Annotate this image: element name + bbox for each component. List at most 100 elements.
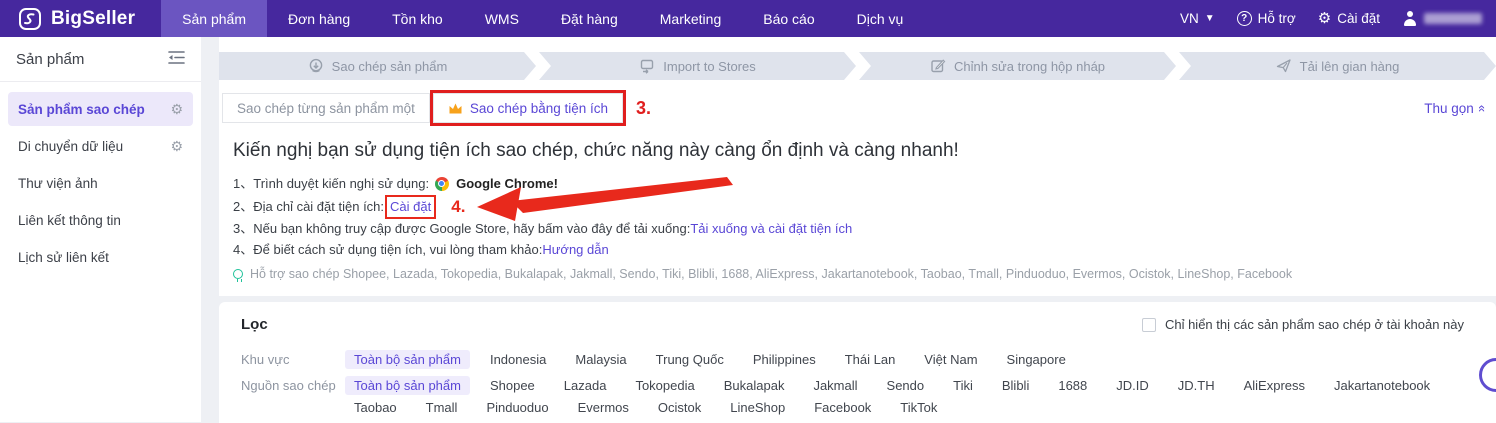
nav-item[interactable]: WMS <box>464 0 540 37</box>
nav-item-label: Tồn kho <box>392 10 443 27</box>
nav-item-label: Báo cáo <box>763 10 815 27</box>
sidebar-item-label: Sản phẩm sao chép <box>18 101 145 117</box>
settings-button[interactable]: ⚙ Cài đặt <box>1318 11 1380 26</box>
step-wizard: Sao chép sản phẩm Import to Stores Chỉnh… <box>219 52 1496 80</box>
source-filter-label: Nguồn sao chép <box>241 378 336 393</box>
region-option[interactable]: Trung Quốc <box>647 350 733 369</box>
nav-item-label: WMS <box>484 10 519 27</box>
edit-draft-icon <box>930 58 946 74</box>
sidebar-item-label: Thư viện ảnh <box>18 175 98 191</box>
brand[interactable]: BigSeller <box>0 0 161 37</box>
source-option[interactable]: Bukalapak <box>715 376 794 395</box>
collapse-panel-link[interactable]: Thu gọn « <box>1424 101 1490 116</box>
step-label: Chỉnh sửa trong hộp nháp <box>953 58 1106 74</box>
source-option[interactable]: Facebook <box>805 398 880 417</box>
nav-item[interactable]: Marketing <box>639 0 742 37</box>
step-upload-store[interactable]: Tải lên gian hàng <box>1179 52 1496 80</box>
help-label: Hỗ trợ <box>1257 11 1296 26</box>
source-option[interactable]: Pinduoduo <box>477 398 557 417</box>
nav-item[interactable]: Dịch vụ <box>836 0 925 37</box>
source-option[interactable]: Jakartanotebook <box>1325 376 1439 395</box>
intro-list: 1、Trình duyệt kiến nghị sử dụng: Google … <box>233 174 1496 260</box>
nav-item[interactable]: Đơn hàng <box>267 0 371 37</box>
copy-intro-panel: Sao chép sản phẩm Import to Stores Chỉnh… <box>219 37 1496 296</box>
annotation-step-3: 3. <box>636 97 652 118</box>
sidebar-item[interactable]: Sản phẩm sao chép ⚙ <box>8 92 193 126</box>
source-option[interactable]: Shopee <box>481 376 544 395</box>
source-option[interactable]: Toàn bộ sản phẩm <box>345 376 470 395</box>
sidebar-item[interactable]: Thư viện ảnh ⚙ <box>8 166 193 200</box>
language-selector[interactable]: VN ▼ <box>1180 11 1215 26</box>
sidebar-header: Sản phẩm <box>0 37 201 82</box>
guide-link[interactable]: Hướng dẫn <box>542 240 608 261</box>
main-content: Sao chép sản phẩm Import to Stores Chỉnh… <box>219 37 1496 423</box>
line1-bold: Google Chrome! <box>456 176 558 191</box>
gear-icon[interactable]: ⚙ <box>170 101 183 118</box>
tab-copy-by-extension[interactable]: Sao chép bằng tiện ích <box>429 90 627 126</box>
account-only-label: Chỉ hiển thị các sản phẩm sao chép ở tài… <box>1164 317 1464 332</box>
sidebar-item-label: Liên kết thông tin <box>18 212 121 228</box>
download-extension-link[interactable]: Tải xuống và cài đặt tiện ích <box>690 219 852 240</box>
filter-row-source: Nguồn sao chép Toàn bộ sản phẩm Shopee Laz… <box>241 376 1474 417</box>
account-only-checkbox[interactable] <box>1141 317 1156 332</box>
source-option[interactable]: Tokopedia <box>626 376 703 395</box>
source-option[interactable]: AliExpress <box>1235 376 1314 395</box>
source-option[interactable]: Taobao <box>345 398 406 417</box>
gear-icon[interactable]: ⚙ <box>170 138 183 155</box>
nav-item[interactable]: Đặt hàng <box>540 0 639 37</box>
sidebar-item[interactable]: Lịch sử liên kết ⚙ <box>8 240 193 274</box>
help-button[interactable]: ? Hỗ trợ <box>1236 11 1296 26</box>
source-option[interactable]: TikTok <box>891 398 946 417</box>
source-option[interactable]: Jakmall <box>804 376 866 395</box>
region-option[interactable]: Indonesia <box>481 350 555 369</box>
region-option[interactable]: Singapore <box>998 350 1075 369</box>
region-option[interactable]: Thái Lan <box>836 350 905 369</box>
region-option[interactable]: Việt Nam <box>915 350 986 369</box>
source-option[interactable]: LineShop <box>721 398 794 417</box>
install-extension-link[interactable]: Cài đặt <box>390 199 431 214</box>
upload-send-icon <box>1276 58 1292 74</box>
nav-item-label: Sản phẩm <box>182 10 246 27</box>
import-store-icon <box>639 58 655 74</box>
intro-line-1: 1、Trình duyệt kiến nghị sử dụng: Google … <box>233 174 1496 195</box>
sidebar-item[interactable]: Di chuyển dữ liệu ⚙ <box>8 129 193 163</box>
help-icon: ? <box>1236 11 1252 26</box>
step-import-stores[interactable]: Import to Stores <box>539 52 856 80</box>
nav-item[interactable]: Sản phẩm <box>161 0 267 37</box>
supported-platforms-text: Hỗ trợ sao chép Shopee, Lazada, Tokopedi… <box>250 267 1293 281</box>
source-option[interactable]: Ocistok <box>649 398 710 417</box>
region-option[interactable]: Philippines <box>744 350 825 369</box>
top-navbar: BigSeller Sản phẩm Đơn hàng Tồn kho WMS … <box>0 0 1496 37</box>
line2-text: 2、Địa chỉ cài đặt tiện ích: <box>233 198 385 214</box>
source-options: Toàn bộ sản phẩm Shopee Lazada Tokopedia Buk… <box>345 376 1460 417</box>
nav-item[interactable]: Tồn kho <box>371 0 464 37</box>
source-option[interactable]: Lazada <box>555 376 616 395</box>
source-option[interactable]: Sendo <box>878 376 934 395</box>
source-option[interactable]: Blibli <box>993 376 1038 395</box>
sidebar-item-label: Di chuyển dữ liệu <box>18 138 124 154</box>
sidebar-item[interactable]: Liên kết thông tin ⚙ <box>8 203 193 237</box>
line3-text: 3、Nếu bạn không truy cập được Google Sto… <box>233 221 691 236</box>
sidebar-item-label: Lịch sử liên kết <box>18 249 109 265</box>
source-option[interactable]: Tmall <box>417 398 467 417</box>
navbar-right: VN ▼ ? Hỗ trợ ⚙ Cài đặt <box>1180 0 1496 37</box>
source-option[interactable]: 1688 <box>1049 376 1096 395</box>
intro-heading: Kiến nghị bạn sử dụng tiện ích sao chép,… <box>233 140 959 161</box>
chevron-down-icon: ▼ <box>1204 13 1215 24</box>
tab-copy-one-by-one[interactable]: Sao chép từng sản phẩm một <box>222 93 430 123</box>
region-option[interactable]: Toàn bộ sản phẩm <box>345 350 470 369</box>
step-edit-draft[interactable]: Chỉnh sửa trong hộp nháp <box>859 52 1176 80</box>
collapse-sidebar-icon[interactable] <box>168 50 185 69</box>
sidebar: Sản phẩm Sản phẩm sao chép ⚙ Di chuyển d… <box>0 37 201 422</box>
user-name-redacted <box>1424 13 1482 24</box>
brand-name: BigSeller <box>51 7 136 29</box>
source-option[interactable]: JD.ID <box>1107 376 1158 395</box>
nav-item[interactable]: Báo cáo <box>742 0 835 37</box>
source-option[interactable]: Evermos <box>569 398 638 417</box>
source-option[interactable]: Tiki <box>944 376 982 395</box>
source-option[interactable]: JD.TH <box>1169 376 1224 395</box>
region-option[interactable]: Malaysia <box>566 350 635 369</box>
account-menu[interactable] <box>1402 11 1482 26</box>
step-copy-product[interactable]: Sao chép sản phẩm <box>219 52 536 80</box>
tabs-row: Sao chép từng sản phẩm một Sao chép bằng… <box>222 90 1490 126</box>
